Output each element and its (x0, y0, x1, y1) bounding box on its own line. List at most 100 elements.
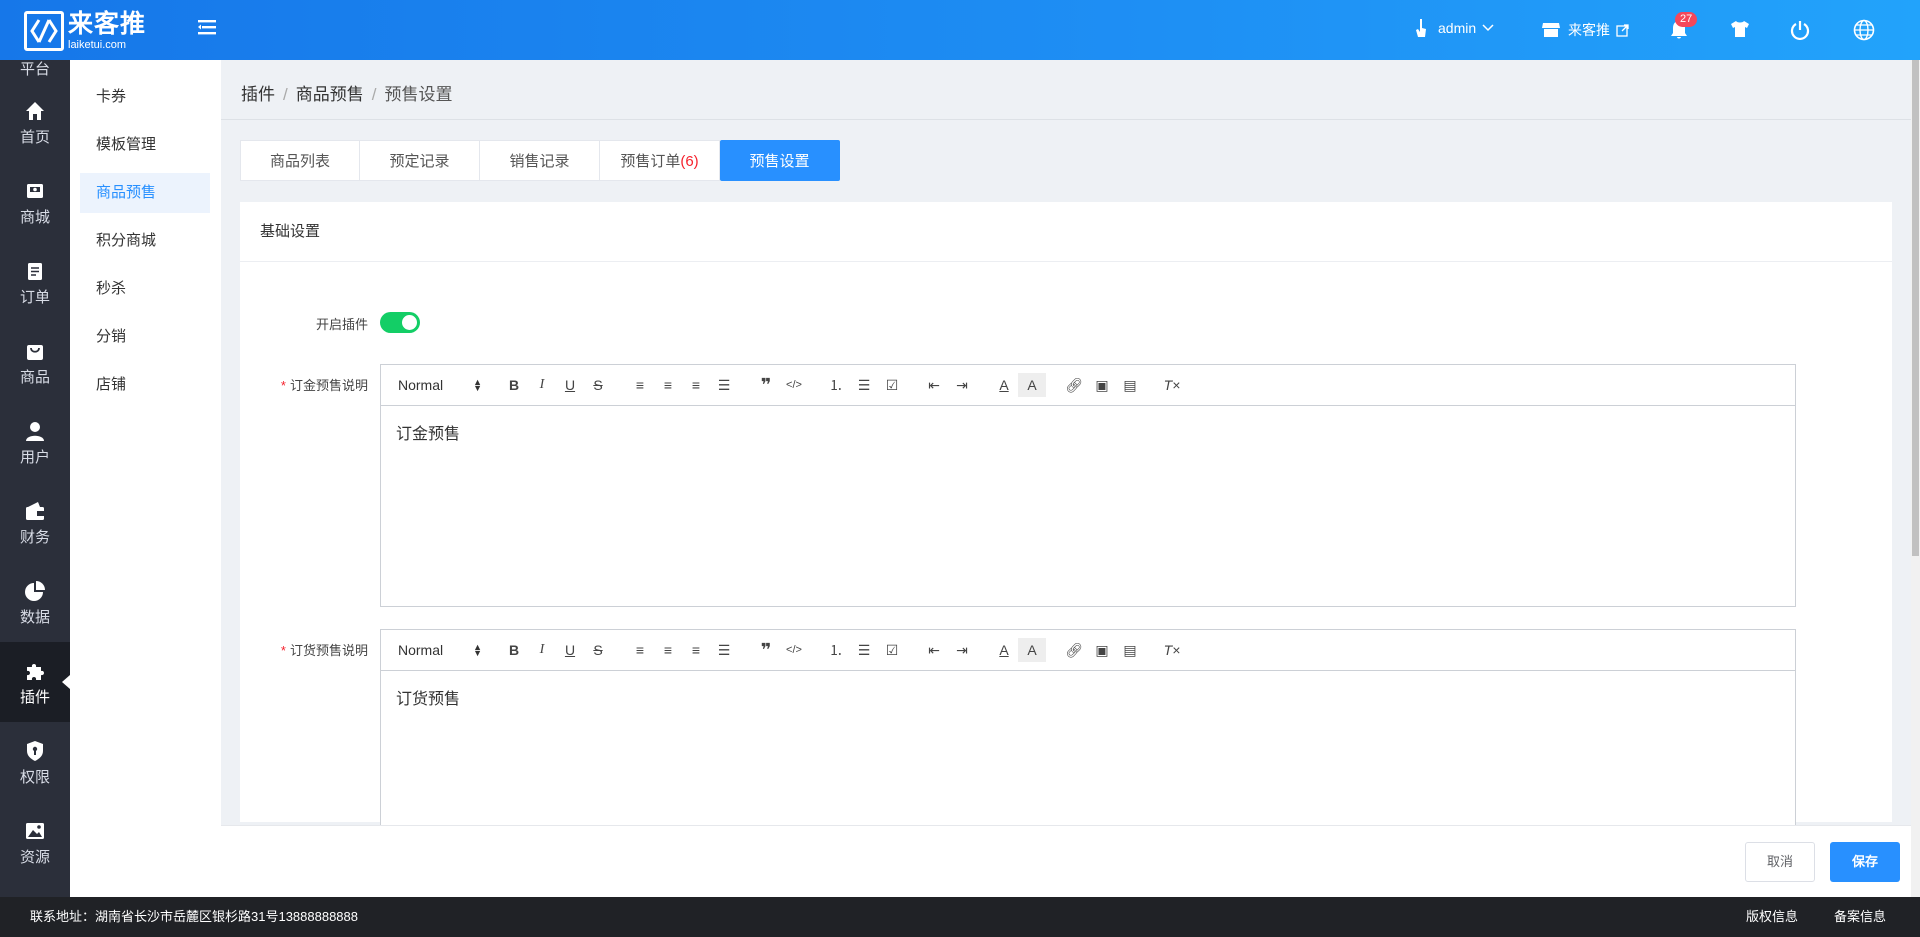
tab-product-list[interactable]: 商品列表 (240, 140, 360, 181)
save-button[interactable]: 保存 (1830, 842, 1900, 882)
tab-reservation-records[interactable]: 预定记录 (360, 140, 480, 181)
link-icon[interactable]: 🔗︎ (1060, 638, 1088, 662)
menu-toggle-icon[interactable] (198, 18, 218, 38)
nav-item-mall[interactable]: 商城 (0, 162, 70, 242)
user-hand-icon (1416, 19, 1426, 37)
deposit-editor-content[interactable]: 订金预售 (381, 406, 1795, 458)
nav-item-label: 首页 (19, 129, 50, 146)
code-icon[interactable]: </> (780, 638, 808, 662)
underline-icon[interactable]: U (556, 373, 584, 397)
tab-presale-orders[interactable]: 预售订单(6) (600, 140, 720, 181)
nav-item-plugins[interactable]: 插件 (0, 642, 70, 722)
footer: 联系地址：湖南省长沙市岳麓区银杉路31号13888888888 版权信息 备案信… (0, 897, 1920, 937)
bold-icon[interactable]: B (500, 638, 528, 662)
label-text: 订金预售说明 (289, 378, 368, 393)
text-color-icon[interactable]: A (990, 638, 1018, 662)
strikethrough-icon[interactable]: S (584, 373, 612, 397)
nav-item-finance[interactable]: 财务 (0, 482, 70, 562)
submenu-item-distribution[interactable]: 分销 (80, 317, 210, 357)
strikethrough-icon[interactable]: S (584, 638, 612, 662)
check-list-icon[interactable]: ☑ (878, 373, 906, 397)
video-icon[interactable]: ▤ (1116, 638, 1144, 662)
quote-icon[interactable]: ❞ (752, 373, 780, 397)
nav-item-permissions[interactable]: 权限 (0, 722, 70, 802)
code-icon[interactable]: </> (780, 373, 808, 397)
nav-item-label: 插件 (19, 689, 50, 706)
submenu-item-templates[interactable]: 模板管理 (80, 125, 210, 165)
ordered-list-icon[interactable]: ⒈ (822, 638, 850, 662)
tab-presale-settings[interactable]: 预售设置 (720, 140, 840, 181)
order-editor-content[interactable]: 订货预售 (381, 671, 1795, 723)
nav-item-resources[interactable]: 资源 (0, 802, 70, 882)
enable-plugin-switch[interactable] (380, 312, 420, 333)
outdent-icon[interactable]: ⇤ (920, 373, 948, 397)
shield-icon (27, 741, 43, 761)
scrollbar-thumb[interactable] (1912, 60, 1919, 556)
format-select[interactable]: Normal ▲ ▼ (398, 642, 488, 658)
link-icon[interactable]: 🔗︎ (1060, 373, 1088, 397)
submenu-item-coupons[interactable]: 卡券 (80, 77, 210, 117)
shop-link[interactable]: 来客推 (1542, 20, 1629, 40)
theme-shirt-icon[interactable] (1730, 20, 1750, 38)
nav-item-platform[interactable]: 平台 (0, 60, 70, 80)
align-right-icon[interactable]: ≡ (682, 638, 710, 662)
contact-address: 联系地址：湖南省长沙市岳麓区银杉路31号13888888888 (30, 909, 358, 924)
nav-item-label: 商品 (19, 369, 50, 386)
align-justify-icon[interactable]: ☰ (710, 638, 738, 662)
breadcrumb-item[interactable]: 商品预售 (296, 85, 364, 104)
italic-icon[interactable]: I (528, 373, 556, 397)
indent-icon[interactable]: ⇥ (948, 638, 976, 662)
nav-item-home[interactable]: 首页 (0, 82, 70, 162)
logo[interactable]: 来客推 laiketui.com (24, 9, 146, 53)
background-color-icon[interactable]: A (1018, 638, 1046, 662)
align-justify-icon[interactable]: ☰ (710, 373, 738, 397)
language-globe-icon[interactable] (1853, 19, 1875, 41)
outdent-icon[interactable]: ⇤ (920, 638, 948, 662)
align-right-icon[interactable]: ≡ (682, 373, 710, 397)
format-value: Normal (398, 642, 444, 658)
image-icon[interactable]: ▣ (1088, 638, 1116, 662)
deposit-label: * 订金预售说明 (280, 378, 368, 393)
underline-icon[interactable]: U (556, 638, 584, 662)
indent-icon[interactable]: ⇥ (948, 373, 976, 397)
clear-format-icon[interactable]: T× (1158, 638, 1186, 662)
bold-icon[interactable]: B (500, 373, 528, 397)
copyright-link[interactable]: 版权信息 (1746, 897, 1798, 937)
nav-item-label: 商城 (19, 209, 50, 226)
nav-item-data[interactable]: 数据 (0, 562, 70, 642)
submenu-item-flash-sale[interactable]: 秒杀 (80, 269, 210, 309)
editor-toolbar: Normal ▲ ▼ B I U S ≡ ≡ ≡ ☰ ❞ </> ⒈ ☰ ☑ ⇤ ⇥… (381, 630, 1795, 671)
background-color-icon[interactable]: A (1018, 373, 1046, 397)
nav-item-label: 权限 (19, 769, 50, 786)
breadcrumb-item[interactable]: 插件 (241, 85, 275, 104)
image-icon[interactable]: ▣ (1088, 373, 1116, 397)
check-list-icon[interactable]: ☑ (878, 638, 906, 662)
record-link[interactable]: 备案信息 (1834, 897, 1886, 937)
power-icon[interactable] (1790, 20, 1810, 40)
nav-item-label: 用户 (19, 449, 50, 466)
submenu-item-presale[interactable]: 商品预售 (80, 173, 210, 213)
align-center-icon[interactable]: ≡ (654, 638, 682, 662)
cancel-button[interactable]: 取消 (1745, 842, 1815, 882)
submenu-item-stores[interactable]: 店铺 (80, 365, 210, 405)
format-select[interactable]: Normal ▲ ▼ (398, 377, 488, 393)
clear-format-icon[interactable]: T× (1158, 373, 1186, 397)
text-color-icon[interactable]: A (990, 373, 1018, 397)
nav-item-users[interactable]: 用户 (0, 402, 70, 482)
switch-label: 开启插件 (315, 317, 368, 332)
video-icon[interactable]: ▤ (1116, 373, 1144, 397)
bullet-list-icon[interactable]: ☰ (850, 373, 878, 397)
align-center-icon[interactable]: ≡ (654, 373, 682, 397)
tab-sales-records[interactable]: 销售记录 (480, 140, 600, 181)
italic-icon[interactable]: I (528, 638, 556, 662)
user-menu[interactable]: admin (1414, 18, 1494, 38)
ordered-list-icon[interactable]: ⒈ (822, 373, 850, 397)
align-left-icon[interactable]: ≡ (626, 638, 654, 662)
quote-icon[interactable]: ❞ (752, 638, 780, 662)
nav-item-orders[interactable]: 订单 (0, 242, 70, 322)
top-header: 来客推 laiketui.com admin 来客推 27 (0, 0, 1920, 60)
nav-item-products[interactable]: 商品 (0, 322, 70, 402)
bullet-list-icon[interactable]: ☰ (850, 638, 878, 662)
align-left-icon[interactable]: ≡ (626, 373, 654, 397)
submenu-item-points-mall[interactable]: 积分商城 (80, 221, 210, 261)
